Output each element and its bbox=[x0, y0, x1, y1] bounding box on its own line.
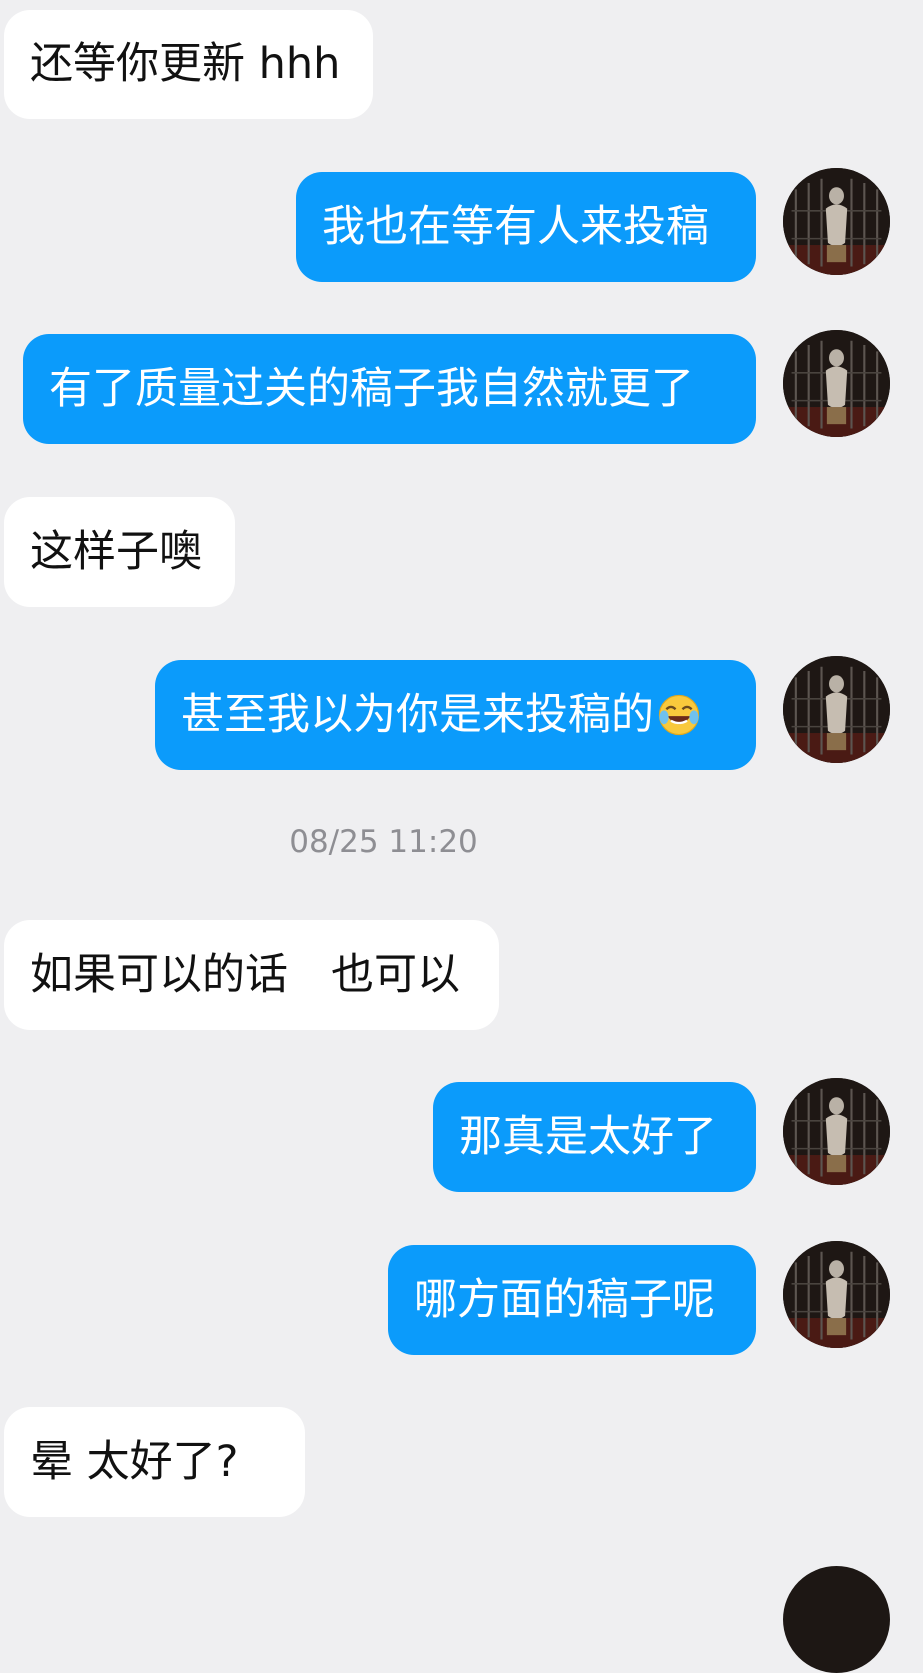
message-text: 有了质量过关的稿子我自然就更了 bbox=[49, 363, 694, 414]
message-bubble-outgoing[interactable]: 甚至我以为你是来投稿的 bbox=[155, 660, 756, 770]
message-text: 那真是太好了 bbox=[459, 1111, 717, 1162]
message-bubble-incoming[interactable]: 晕 太好了? bbox=[4, 1407, 305, 1517]
avatar[interactable] bbox=[783, 1566, 890, 1673]
tears-of-joy-emoji-icon bbox=[656, 692, 702, 738]
avatar[interactable] bbox=[783, 656, 890, 763]
caged-figure-avatar-icon bbox=[783, 1078, 890, 1185]
avatar[interactable] bbox=[783, 330, 890, 437]
caged-figure-avatar-icon bbox=[783, 656, 890, 763]
message-bubble-incoming[interactable]: 如果可以的话 也可以 bbox=[4, 920, 499, 1030]
message-text: 哪方面的稿子呢 bbox=[414, 1274, 715, 1325]
caged-figure-avatar-icon bbox=[783, 168, 890, 275]
avatar[interactable] bbox=[783, 168, 890, 275]
message-bubble-outgoing[interactable]: 有了质量过关的稿子我自然就更了 bbox=[23, 334, 756, 444]
timestamp: 08/25 11:20 bbox=[289, 824, 478, 860]
message-text: 甚至我以为你是来投稿的 bbox=[181, 689, 654, 740]
message-text: 如果可以的话 也可以 bbox=[30, 949, 460, 1000]
avatar[interactable] bbox=[783, 1078, 890, 1185]
message-text: 还等你更新 hhh bbox=[30, 39, 341, 89]
message-bubble-outgoing[interactable]: 我也在等有人来投稿 bbox=[296, 172, 756, 282]
caged-figure-avatar-icon bbox=[783, 1241, 890, 1348]
caged-figure-avatar-icon bbox=[783, 330, 890, 437]
message-bubble-incoming[interactable]: 还等你更新 hhh bbox=[4, 10, 373, 119]
message-text: 这样子噢 bbox=[30, 526, 202, 577]
message-bubble-outgoing[interactable]: 那真是太好了 bbox=[433, 1082, 756, 1192]
message-bubble-incoming[interactable]: 这样子噢 bbox=[4, 497, 235, 607]
avatar[interactable] bbox=[783, 1241, 890, 1348]
message-bubble-outgoing[interactable]: 哪方面的稿子呢 bbox=[388, 1245, 756, 1355]
message-text: 我也在等有人来投稿 bbox=[322, 201, 709, 252]
message-text: 晕 太好了? bbox=[30, 1436, 239, 1487]
